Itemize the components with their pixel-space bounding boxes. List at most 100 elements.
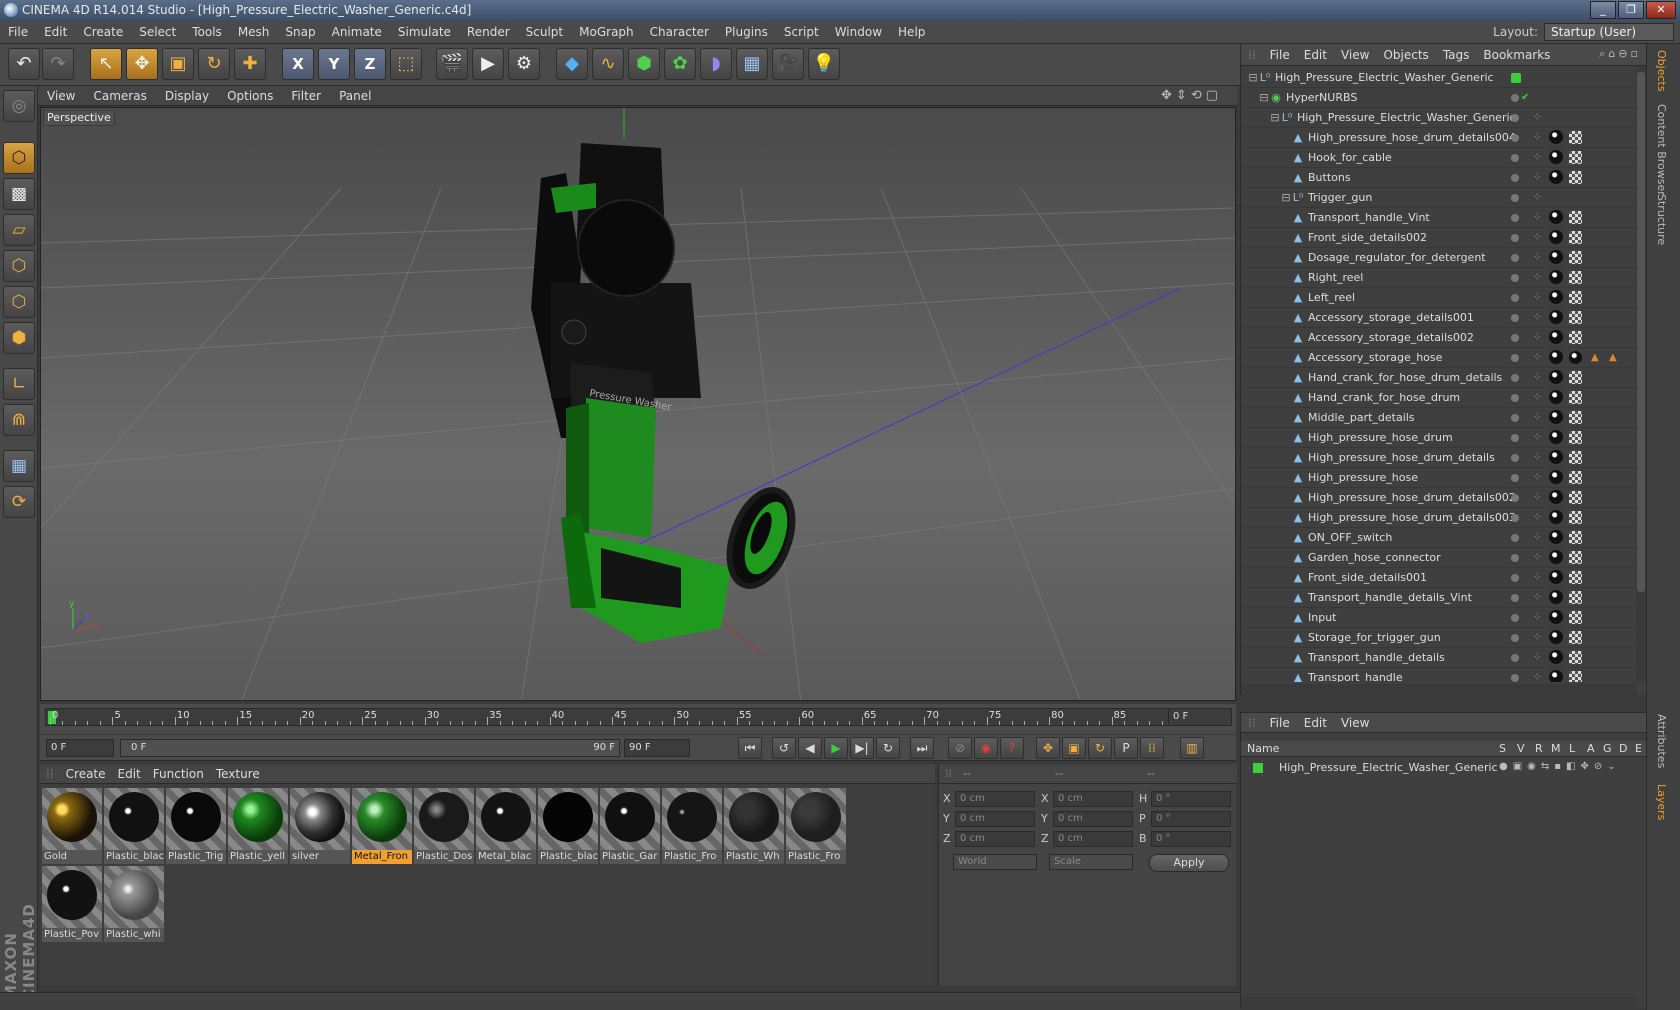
- workplane-icon[interactable]: ▱: [3, 214, 35, 246]
- visibility-dot-icon[interactable]: [1511, 414, 1519, 422]
- axis-mode-icon[interactable]: ∟: [3, 368, 35, 400]
- menu-mesh[interactable]: Mesh: [230, 21, 278, 44]
- object-row[interactable]: ▲ Transport_handle ⁘: [1241, 668, 1636, 682]
- visibility-dot-icon[interactable]: [1511, 554, 1519, 562]
- uvw-tag-icon[interactable]: [1569, 211, 1582, 224]
- phong-tag-icon[interactable]: ⁘: [1533, 612, 1541, 623]
- mat-menu-texture[interactable]: Texture: [210, 764, 266, 784]
- phong-tag-icon[interactable]: ⁘: [1533, 192, 1541, 203]
- expand-toggle-icon[interactable]: [1280, 652, 1292, 664]
- uvw-tag-icon[interactable]: [1569, 131, 1582, 144]
- tab-attributes[interactable]: Attributes: [1655, 714, 1668, 768]
- uvw-tag-icon[interactable]: [1569, 571, 1582, 584]
- size-z-field[interactable]: 0 cm: [1053, 831, 1133, 847]
- phong-tag-icon[interactable]: ⁘: [1533, 572, 1541, 583]
- material-tag-icon[interactable]: [1549, 150, 1563, 164]
- object-row[interactable]: ▲ Transport_handle_details ⁘: [1241, 648, 1636, 668]
- render-picture-viewer-icon[interactable]: ▶: [472, 48, 504, 80]
- expand-toggle-icon[interactable]: [1280, 552, 1292, 564]
- col-m[interactable]: M: [1551, 741, 1561, 757]
- phong-tag-icon[interactable]: ⁘: [1533, 112, 1541, 123]
- material-tag-icon[interactable]: [1549, 230, 1563, 244]
- end-frame-field[interactable]: 90 F: [624, 739, 690, 757]
- expand-toggle-icon[interactable]: [1280, 512, 1292, 524]
- phong-tag-icon[interactable]: ⁘: [1533, 212, 1541, 223]
- col-l[interactable]: L: [1569, 741, 1575, 757]
- material-tag-icon[interactable]: [1549, 510, 1563, 524]
- object-name[interactable]: Transport_handle_details: [1308, 648, 1445, 668]
- menu-select[interactable]: Select: [131, 21, 184, 44]
- frame-range-slider[interactable]: 0 F 90 F: [120, 739, 620, 757]
- col-v[interactable]: V: [1517, 741, 1525, 757]
- menu-tools[interactable]: Tools: [184, 21, 230, 44]
- menu-simulate[interactable]: Simulate: [390, 21, 459, 44]
- mat-menu-edit[interactable]: Edit: [112, 764, 147, 784]
- material-tag-icon[interactable]: [1549, 210, 1563, 224]
- uvw-tag-icon[interactable]: [1569, 251, 1582, 264]
- move-icon[interactable]: ✥: [126, 48, 158, 80]
- material-swatch[interactable]: Plastic_Fro: [662, 788, 722, 864]
- keyframe-selection-icon[interactable]: ?: [1000, 737, 1024, 759]
- uvw-tag-icon[interactable]: [1569, 531, 1582, 544]
- visibility-dot-icon[interactable]: [1511, 674, 1519, 682]
- object-name[interactable]: High_pressure_hose_drum_details004: [1308, 128, 1516, 148]
- phong-tag-icon[interactable]: ⁘: [1533, 672, 1541, 682]
- uvw-tag-icon[interactable]: [1569, 511, 1582, 524]
- object-row[interactable]: ⊟ L⁰ Trigger_gun ⁘: [1241, 188, 1636, 208]
- go-to-end-icon[interactable]: ⏭: [910, 737, 934, 759]
- previous-frame-icon[interactable]: ◀: [798, 737, 822, 759]
- visibility-dot-icon[interactable]: [1511, 73, 1521, 83]
- camera-icon[interactable]: 🎥: [772, 48, 804, 80]
- key-rotation-icon[interactable]: ↻: [1088, 737, 1112, 759]
- material-swatch[interactable]: Metal_blac: [476, 788, 536, 864]
- visibility-dot-icon[interactable]: [1511, 214, 1519, 222]
- redo-icon[interactable]: ↷: [42, 48, 74, 80]
- phong-tag-icon[interactable]: ⁘: [1533, 392, 1541, 403]
- material-tag-icon[interactable]: [1549, 630, 1563, 644]
- material-swatch[interactable]: Plastic_yell: [228, 788, 288, 864]
- visibility-dot-icon[interactable]: [1511, 234, 1519, 242]
- enabled-check-icon[interactable]: ✔: [1521, 92, 1529, 103]
- scrollbar-thumb[interactable]: [1637, 72, 1645, 592]
- menu-file[interactable]: File: [0, 21, 36, 44]
- material-tag-icon[interactable]: [1549, 410, 1563, 424]
- object-row[interactable]: ▲ High_pressure_hose ⁘: [1241, 468, 1636, 488]
- material-tag-icon[interactable]: [1549, 650, 1563, 664]
- material-swatch[interactable]: Plastic_Trig: [166, 788, 226, 864]
- menu-create[interactable]: Create: [75, 21, 131, 44]
- col-name[interactable]: Name: [1247, 741, 1279, 757]
- expand-toggle-icon[interactable]: [1280, 352, 1292, 364]
- visibility-dot-icon[interactable]: [1511, 154, 1519, 162]
- make-editable-icon[interactable]: ◎: [3, 90, 35, 122]
- object-name[interactable]: High_Pressure_Electric_Washer_Generic: [1297, 108, 1516, 128]
- object-vertical-scrollbar[interactable]: [1636, 66, 1646, 682]
- material-tag-icon[interactable]: [1549, 570, 1563, 584]
- size-y-field[interactable]: 0 cm: [1053, 811, 1133, 827]
- phong-tag-icon[interactable]: ⁘: [1533, 152, 1541, 163]
- object-name[interactable]: Garden_hose_connector: [1308, 548, 1441, 568]
- material-tag-icon[interactable]: [1549, 270, 1563, 284]
- timeline-window-icon[interactable]: ▥: [1180, 737, 1204, 759]
- expand-toggle-icon[interactable]: [1280, 252, 1292, 264]
- material-tag-icon[interactable]: [1549, 170, 1563, 184]
- object-name[interactable]: Accessory_storage_hose: [1308, 348, 1442, 368]
- expand-toggle-icon[interactable]: ⊟: [1269, 112, 1281, 124]
- object-row[interactable]: ▲ High_pressure_hose_drum_details004 ⁘: [1241, 128, 1636, 148]
- visibility-dot-icon[interactable]: [1511, 614, 1519, 622]
- visibility-dot-icon[interactable]: [1511, 134, 1519, 142]
- expand-toggle-icon[interactable]: [1280, 312, 1292, 324]
- floor-icon[interactable]: ▦: [736, 48, 768, 80]
- object-horizontal-scrollbar[interactable]: [1241, 684, 1637, 694]
- object-name[interactable]: ON_OFF_switch: [1308, 528, 1392, 548]
- object-row[interactable]: ▲ Right_reel ⁘: [1241, 268, 1636, 288]
- object-name[interactable]: Hook_for_cable: [1308, 148, 1392, 168]
- col-s[interactable]: S: [1499, 741, 1506, 757]
- material-tag-icon[interactable]: [1549, 350, 1563, 364]
- expand-toggle-icon[interactable]: [1280, 332, 1292, 344]
- object-name[interactable]: Trigger_gun: [1308, 188, 1372, 208]
- auto-keying-icon[interactable]: ◉: [974, 737, 998, 759]
- col-e[interactable]: E: [1635, 741, 1642, 757]
- visibility-dot-icon[interactable]: [1511, 334, 1519, 342]
- expand-toggle-icon[interactable]: [1280, 392, 1292, 404]
- material-swatch[interactable]: Plastic_Gar: [600, 788, 660, 864]
